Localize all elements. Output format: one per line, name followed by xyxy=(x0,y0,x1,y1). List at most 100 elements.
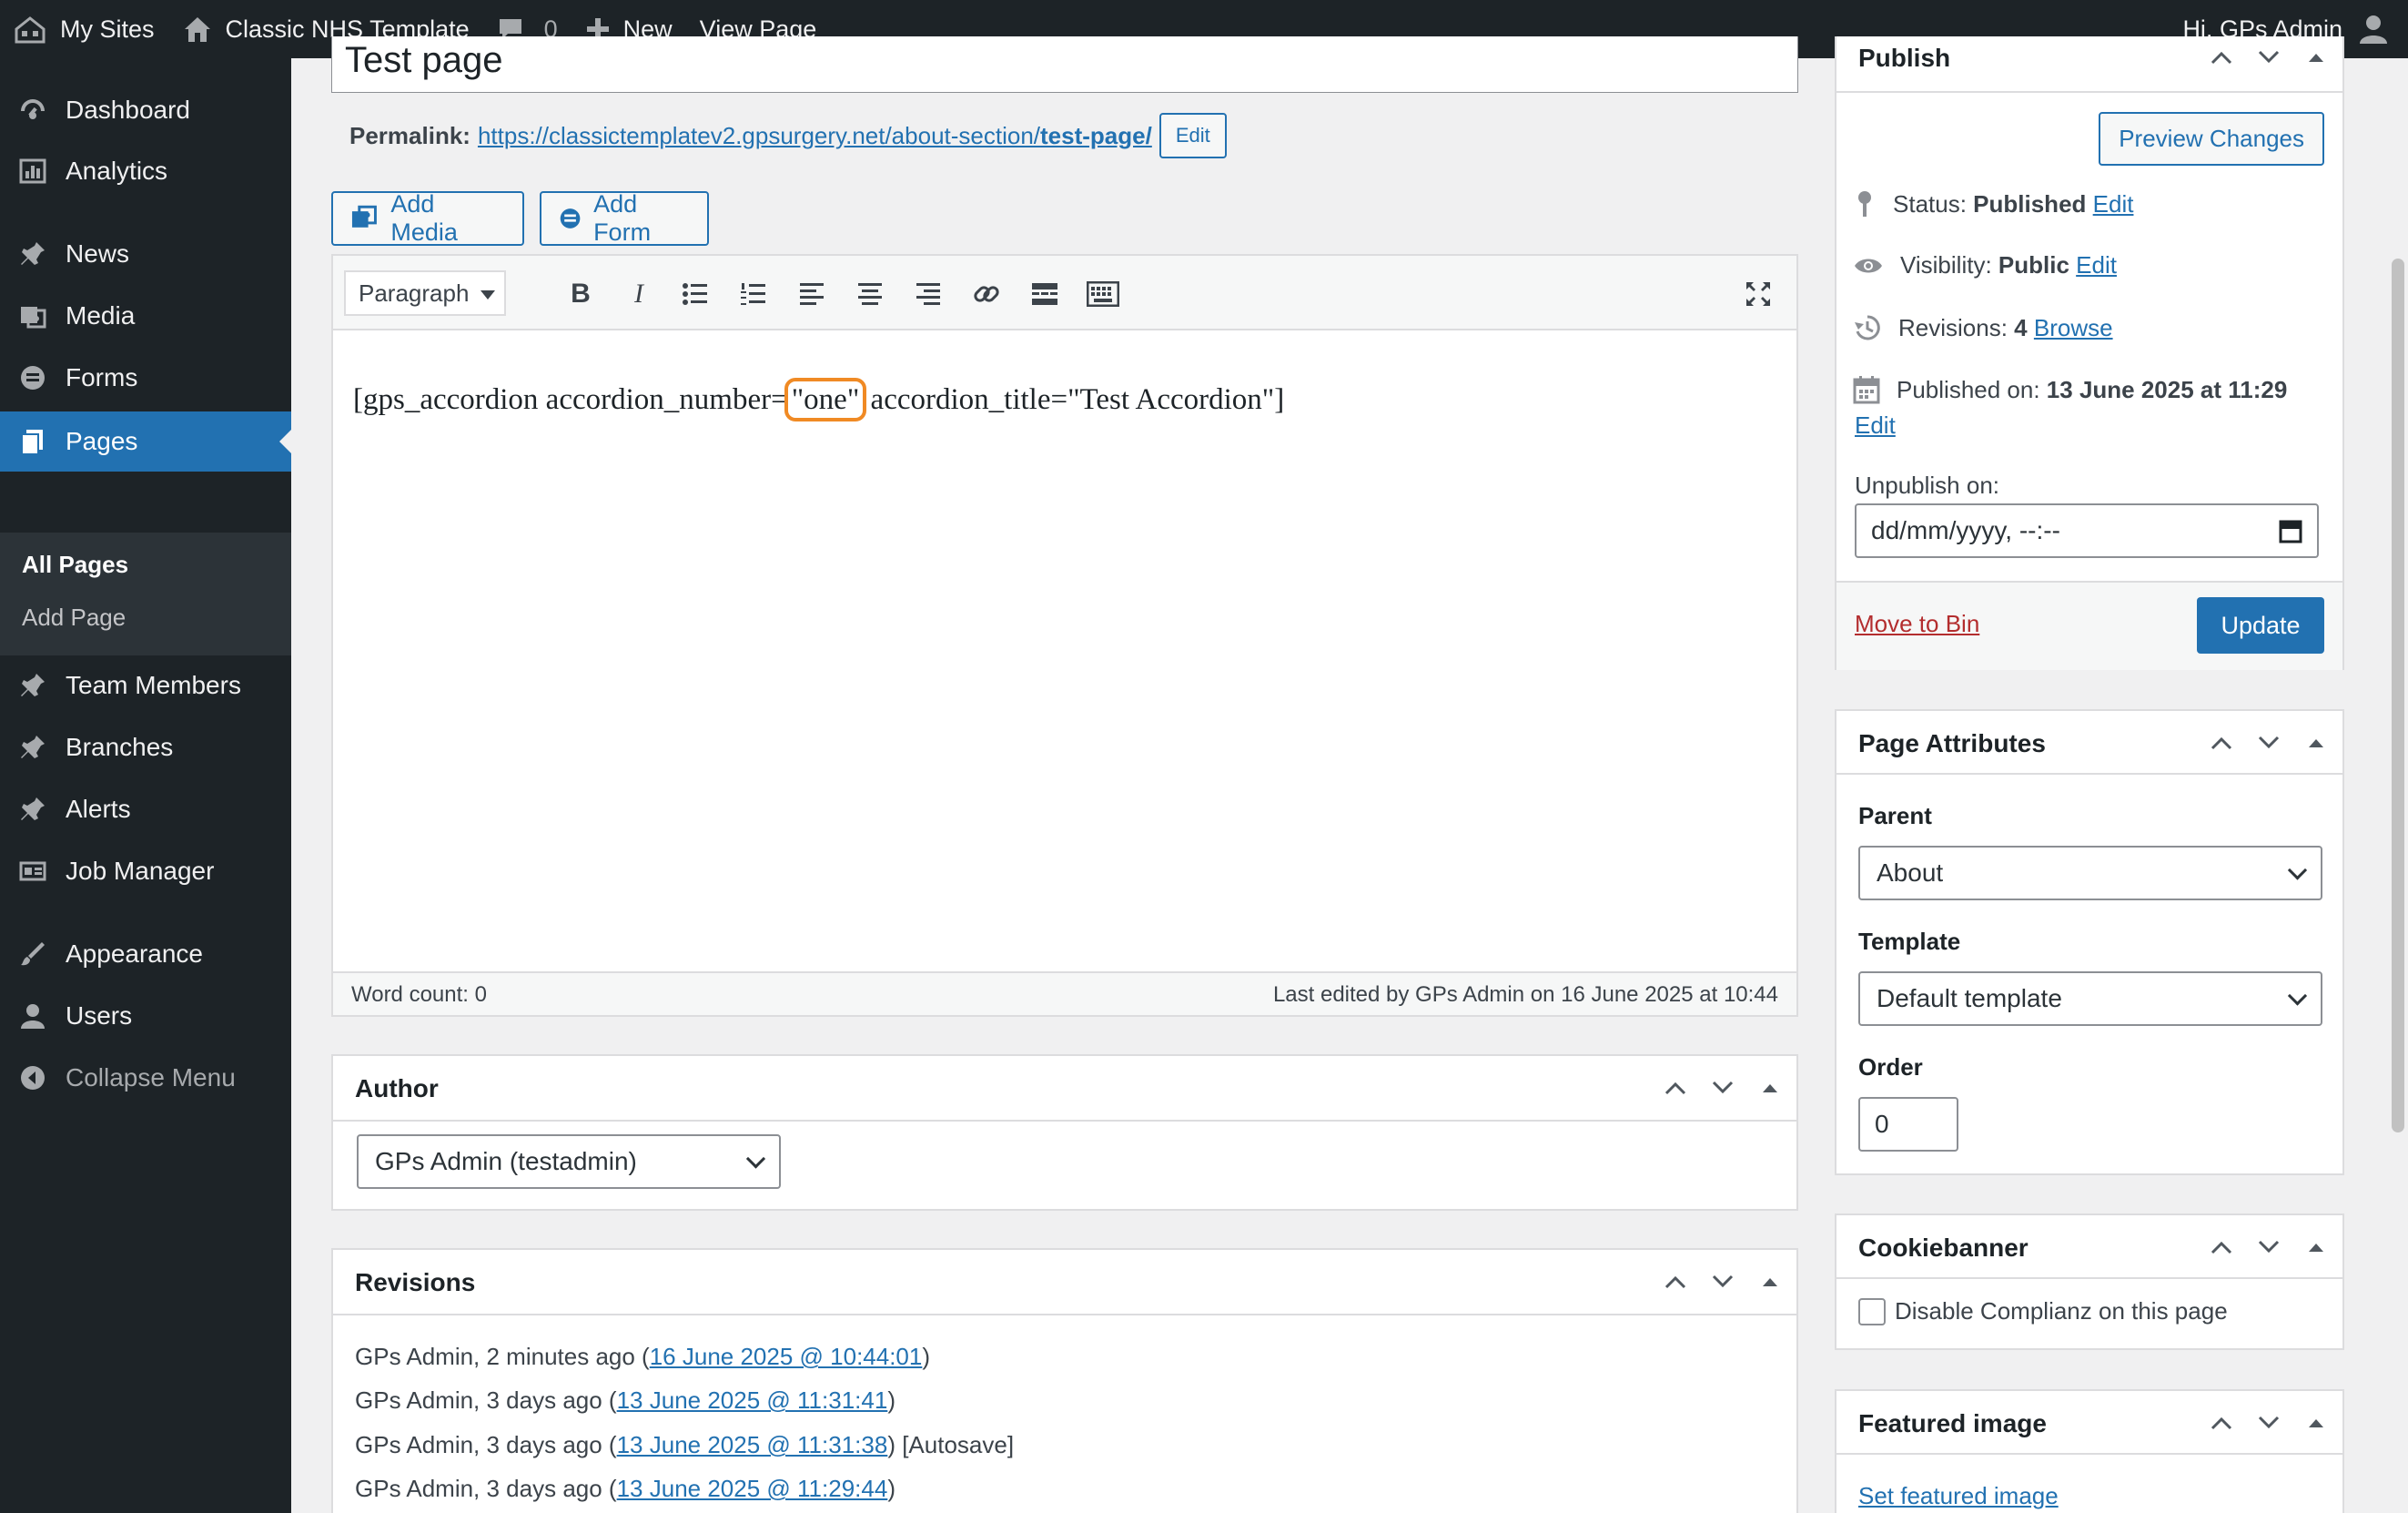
author-metabox: Author GPs Admin (testadmin) xyxy=(331,1054,1798,1211)
chevron-down-icon[interactable] xyxy=(1709,1074,1736,1102)
move-to-bin-link[interactable]: Move to Bin xyxy=(1855,610,1979,638)
permalink-edit-button[interactable]: Edit xyxy=(1158,113,1227,158)
chevron-up-icon[interactable] xyxy=(1662,1074,1689,1102)
bullet-list-button[interactable] xyxy=(675,274,715,314)
insert-link-button[interactable] xyxy=(966,274,1007,314)
bold-button[interactable]: B xyxy=(561,274,601,314)
chevron-down-icon[interactable] xyxy=(2255,729,2282,756)
chevron-up-icon[interactable] xyxy=(2208,44,2235,71)
unpublish-date-placeholder: dd/mm/yyyy, --:-- xyxy=(1871,516,2060,544)
editor-content-area[interactable]: [gps_accordion accordion_number= "one" ac… xyxy=(353,378,1285,421)
dashboard-icon xyxy=(16,94,49,127)
collapse-toggle-icon[interactable] xyxy=(1756,1074,1784,1102)
browse-revisions-link[interactable]: Browse xyxy=(2034,314,2113,342)
chevron-up-icon[interactable] xyxy=(2208,1409,2235,1437)
revision-link[interactable]: 13 June 2025 @ 11:31:38 xyxy=(617,1431,888,1458)
sidebar-item-users[interactable]: Users xyxy=(0,986,291,1046)
template-select[interactable]: Default template xyxy=(1858,971,2322,1026)
editor-toolbar: Paragraph B I xyxy=(333,256,1796,330)
shortcode-text-after: accordion_title="Test Accordion"] xyxy=(863,383,1285,416)
italic-button[interactable]: I xyxy=(619,274,659,314)
distraction-free-button[interactable] xyxy=(1738,274,1778,314)
publish-metabox-header: Publish xyxy=(1836,36,2342,93)
published-on-row: Published on: 13 June 2025 at 11:29 xyxy=(1853,375,2287,404)
sidebar-item-appearance[interactable]: Appearance xyxy=(0,924,291,984)
sidebar-item-news[interactable]: News xyxy=(0,224,291,284)
collapse-toggle-icon[interactable] xyxy=(2302,729,2330,756)
sidebar-item-pages[interactable]: Pages xyxy=(0,411,291,472)
update-button[interactable]: Update xyxy=(2197,597,2324,654)
published-on-edit-link[interactable]: Edit xyxy=(1855,411,1896,440)
author-metabox-title: Author xyxy=(355,1074,439,1102)
keyboard-icon xyxy=(1087,281,1119,307)
author-select[interactable]: GPs Admin (testadmin) xyxy=(357,1134,781,1189)
sidebar-item-analytics[interactable]: Analytics xyxy=(0,141,291,201)
chevron-down-icon[interactable] xyxy=(2255,44,2282,71)
scrollbar-thumb[interactable] xyxy=(2392,259,2404,1132)
sidebar-item-job-manager[interactable]: Job Manager xyxy=(0,841,291,901)
sidebar-item-alerts[interactable]: Alerts xyxy=(0,779,291,839)
forms-icon xyxy=(16,361,49,394)
revision-link[interactable]: 13 June 2025 @ 11:31:41 xyxy=(617,1386,888,1414)
align-center-button[interactable] xyxy=(850,274,890,314)
format-select[interactable]: Paragraph xyxy=(344,270,506,316)
numbered-list-button[interactable] xyxy=(734,274,774,314)
align-right-button[interactable] xyxy=(908,274,948,314)
calendar-icon xyxy=(1853,376,1880,404)
visibility-edit-link[interactable]: Edit xyxy=(2076,251,2117,279)
chevron-up-icon[interactable] xyxy=(1662,1268,1689,1295)
job-manager-icon xyxy=(16,855,49,888)
unpublish-date-input[interactable]: dd/mm/yyyy, --:-- xyxy=(1855,503,2319,558)
collapse-menu-button[interactable]: Collapse Menu xyxy=(0,1048,291,1108)
status-edit-link[interactable]: Edit xyxy=(2093,190,2134,218)
toolbar-toggle-button[interactable] xyxy=(1083,274,1123,314)
page-attributes-title: Page Attributes xyxy=(1858,729,2046,757)
sidebar-label-alerts: Alerts xyxy=(66,795,131,823)
disable-complianz-checkbox[interactable] xyxy=(1858,1297,1886,1325)
chevron-down-icon[interactable] xyxy=(2255,1234,2282,1261)
permalink-link[interactable]: https://classictemplatev2.gpsurgery.net/… xyxy=(478,122,1152,150)
status-label: Status: xyxy=(1893,189,1967,218)
collapse-toggle-icon[interactable] xyxy=(2302,44,2330,71)
revision-link[interactable]: 16 June 2025 @ 10:44:01 xyxy=(650,1343,923,1370)
submenu-all-pages[interactable]: All Pages xyxy=(22,551,128,579)
add-media-button[interactable]: Add Media xyxy=(331,190,524,246)
sidebar-item-media[interactable]: Media xyxy=(0,286,291,346)
sidebar-item-dashboard[interactable]: Dashboard xyxy=(0,80,291,140)
collapse-toggle-icon[interactable] xyxy=(1756,1268,1784,1295)
order-input[interactable]: 0 xyxy=(1858,1097,1958,1152)
chevron-up-icon[interactable] xyxy=(2208,729,2235,756)
chevron-down-icon[interactable] xyxy=(2255,1409,2282,1437)
published-on-label: Published on: xyxy=(1897,375,2040,403)
publish-metabox: Publish Preview Changes Status: Publishe… xyxy=(1835,36,2344,670)
publish-actions: Move to Bin Update xyxy=(1836,581,2342,670)
sidebar-item-branches[interactable]: Branches xyxy=(0,717,291,777)
revisions-metabox-title: Revisions xyxy=(355,1268,476,1296)
preview-changes-button[interactable]: Preview Changes xyxy=(2099,112,2324,166)
revision-link[interactable]: 13 June 2025 @ 11:29:44 xyxy=(617,1475,888,1502)
sidebar-label-analytics: Analytics xyxy=(66,157,168,185)
avatar-icon xyxy=(2360,15,2387,44)
parent-select[interactable]: About xyxy=(1858,846,2322,900)
calendar-picker-icon[interactable] xyxy=(2279,518,2302,543)
sidebar-item-forms[interactable]: Forms xyxy=(0,348,291,408)
submenu-add-page[interactable]: Add Page xyxy=(22,604,126,632)
my-sites-menu[interactable]: My Sites xyxy=(0,0,168,58)
content-editor: Paragraph B I [gps_accordion accordion_n… xyxy=(331,254,1798,1017)
set-featured-image-link[interactable]: Set featured image xyxy=(1858,1482,2059,1510)
chevron-down-icon[interactable] xyxy=(1709,1268,1736,1295)
collapse-toggle-icon[interactable] xyxy=(2302,1234,2330,1261)
revision-author-time: GPs Admin, 2 minutes ago ( xyxy=(355,1343,650,1370)
admin-sidebar: Dashboard Analytics News Media Forms Pag… xyxy=(0,58,291,1513)
chevron-up-icon[interactable] xyxy=(2208,1234,2235,1261)
post-title-input[interactable]: Test page xyxy=(331,36,1798,93)
sidebar-item-team-members[interactable]: Team Members xyxy=(0,655,291,716)
page-scrollbar[interactable] xyxy=(2388,58,2408,1513)
last-edited-info: Last edited by GPs Admin on 16 June 2025… xyxy=(1272,982,1778,1007)
featured-image-metabox: Featured image Set featured image xyxy=(1835,1389,2344,1513)
visibility-row: Visibility: Public Edit xyxy=(1853,251,2117,279)
align-left-button[interactable] xyxy=(792,274,832,314)
collapse-toggle-icon[interactable] xyxy=(2302,1409,2330,1437)
add-form-button[interactable]: Add Form xyxy=(540,190,709,246)
read-more-button[interactable] xyxy=(1025,274,1065,314)
